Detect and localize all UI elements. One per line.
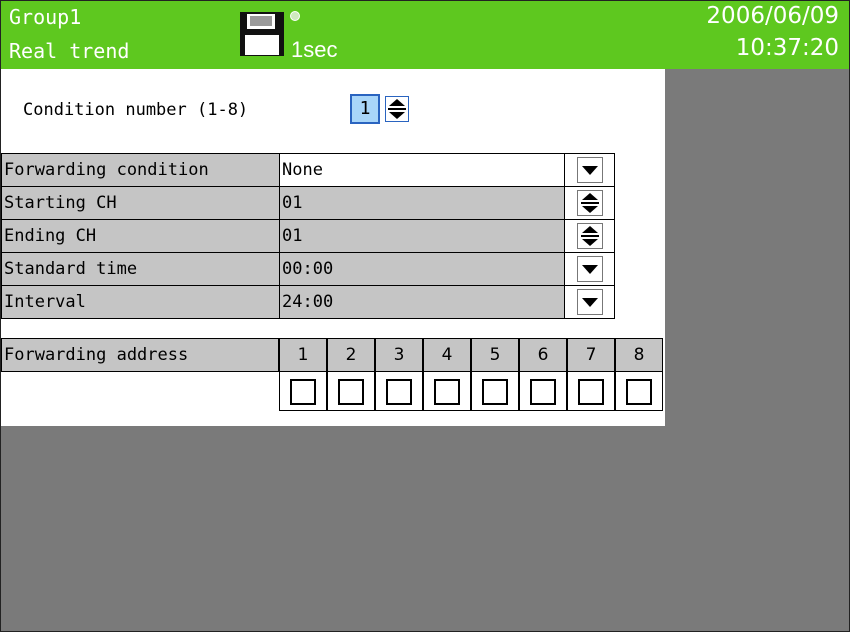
settings-panel: Condition number (1-8) 1 Forwarding cond…: [1, 69, 665, 426]
address-cell-5: [471, 371, 519, 411]
condition-number-label: Condition number (1-8): [23, 100, 249, 120]
ending-ch-row: Ending CH 01: [1, 219, 615, 253]
forwarding-condition-label: Forwarding condition: [2, 154, 280, 186]
address-checkbox-7[interactable]: [578, 379, 604, 405]
forwarding-address-label: Forwarding address: [1, 338, 279, 372]
forwarding-condition-control: [565, 154, 614, 186]
floppy-disk-icon: [240, 12, 284, 56]
interval-label: Interval: [2, 286, 280, 318]
interval-control: [565, 286, 614, 318]
address-cell-3: [375, 371, 423, 411]
address-checkbox-2[interactable]: [338, 379, 364, 405]
address-column-header: 2: [327, 338, 375, 372]
date-readout: 2006/06/09: [706, 3, 839, 29]
dropdown-arrow-icon[interactable]: [577, 256, 603, 282]
address-column-header: 7: [567, 338, 615, 372]
interval-value[interactable]: 24:00: [280, 286, 565, 318]
address-column-header: 4: [423, 338, 471, 372]
standard-time-row: Standard time 00:00: [1, 252, 615, 286]
forwarding-condition-row: Forwarding condition None: [1, 153, 615, 187]
address-cell-2: [327, 371, 375, 411]
spin-updown-icon[interactable]: [577, 223, 603, 249]
sampling-rate: 1sec: [291, 37, 338, 62]
ending-ch-label: Ending CH: [2, 220, 280, 252]
standard-time-control: [565, 253, 614, 285]
address-checkbox-8[interactable]: [626, 379, 652, 405]
address-column-header: 6: [519, 338, 567, 372]
address-checkbox-3[interactable]: [386, 379, 412, 405]
dropdown-arrow-icon[interactable]: [577, 157, 603, 183]
starting-ch-control: [565, 187, 614, 219]
recording-indicator-icon: [290, 11, 300, 21]
address-checkbox-4[interactable]: [434, 379, 460, 405]
window: Group1 Real trend 1sec 2006/06/09 10:37:…: [0, 0, 850, 632]
condition-spin-updown-icon[interactable]: [385, 96, 409, 122]
address-column-header: 5: [471, 338, 519, 372]
starting-ch-label: Starting CH: [2, 187, 280, 219]
ending-ch-control: [565, 220, 614, 252]
starting-ch-row: Starting CH 01: [1, 186, 615, 220]
address-column-header: 3: [375, 338, 423, 372]
address-checkbox-1[interactable]: [290, 379, 316, 405]
starting-ch-value[interactable]: 01: [280, 187, 565, 219]
address-column-header: 1: [279, 338, 327, 372]
dropdown-arrow-icon[interactable]: [577, 289, 603, 315]
forwarding-condition-value[interactable]: None: [280, 154, 565, 186]
group-name: Group1: [9, 5, 82, 29]
ending-ch-value[interactable]: 01: [280, 220, 565, 252]
address-cell-6: [519, 371, 567, 411]
address-cell-7: [567, 371, 615, 411]
time-readout: 10:37:20: [735, 35, 839, 61]
address-column-header: 8: [615, 338, 663, 372]
standard-time-label: Standard time: [2, 253, 280, 285]
status-header: Group1 Real trend 1sec 2006/06/09 10:37:…: [1, 1, 849, 69]
address-checkbox-5[interactable]: [482, 379, 508, 405]
condition-number-field[interactable]: 1: [350, 94, 380, 124]
interval-row: Interval 24:00: [1, 285, 615, 319]
address-checkbox-6[interactable]: [530, 379, 556, 405]
address-cell-1: [279, 371, 327, 411]
standard-time-value[interactable]: 00:00: [280, 253, 565, 285]
address-cell-8: [615, 371, 663, 411]
display-mode: Real trend: [9, 39, 130, 63]
address-cell-4: [423, 371, 471, 411]
spin-updown-icon[interactable]: [577, 190, 603, 216]
